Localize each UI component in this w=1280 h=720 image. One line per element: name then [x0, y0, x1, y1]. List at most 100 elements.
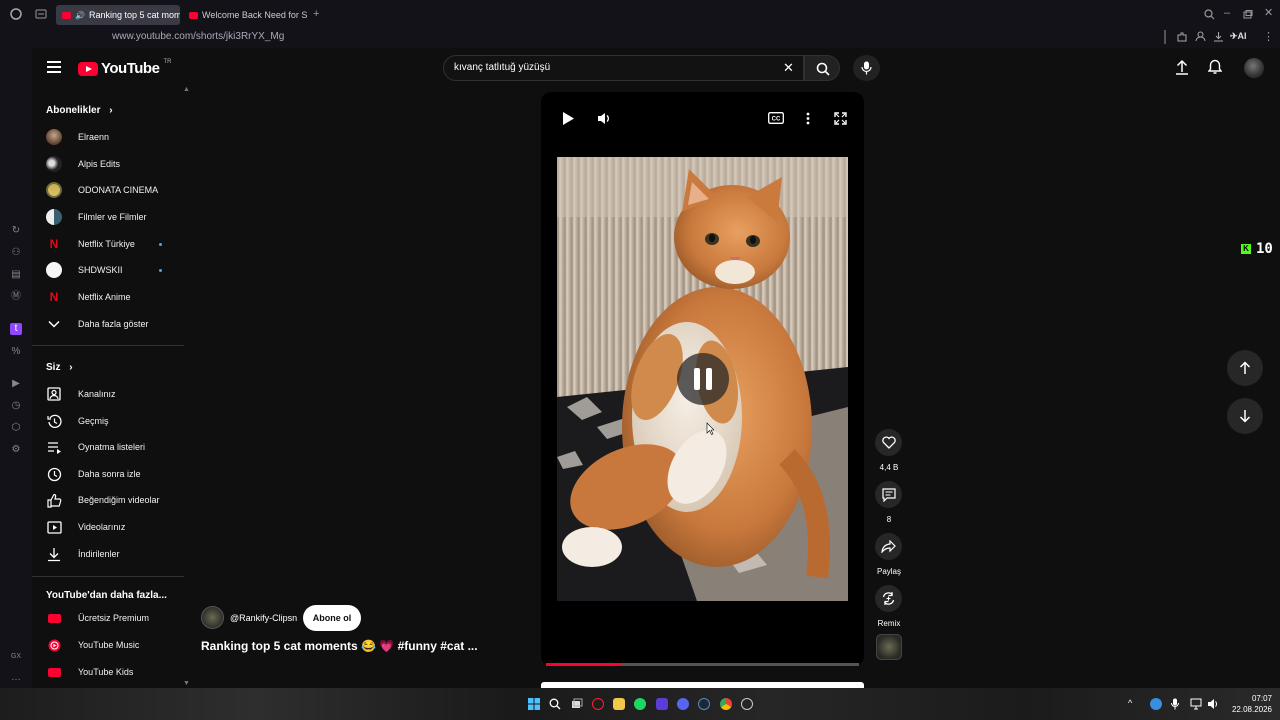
close-window-icon[interactable]: ✕: [1264, 7, 1273, 19]
aria-sidebar-icon[interactable]: ⚇: [10, 247, 22, 259]
speaker-icon[interactable]: 🔊: [75, 11, 85, 20]
guide-item-label: Beğendiğim videolar: [78, 495, 160, 505]
file-explorer-icon[interactable]: [613, 698, 625, 710]
gx-icon[interactable]: GX: [10, 651, 22, 663]
workspaces-icon[interactable]: [35, 9, 47, 19]
speed-dial-icon[interactable]: ↻: [10, 225, 22, 237]
captions-icon[interactable]: CC: [768, 112, 784, 124]
history-sidebar-icon[interactable]: ◷: [10, 400, 22, 412]
extensions-icon[interactable]: [1176, 31, 1187, 42]
twitch-icon[interactable]: t: [10, 323, 22, 335]
tray-microphone-icon[interactable]: [1171, 698, 1179, 710]
more-options-icon[interactable]: [805, 112, 811, 125]
premium-item[interactable]: Ücretsiz Premium: [46, 606, 182, 630]
spotify-icon[interactable]: [634, 698, 646, 710]
chatgpt-icon[interactable]: [741, 698, 753, 710]
discord-icon[interactable]: [677, 698, 689, 710]
visual-studio-icon[interactable]: [656, 698, 668, 710]
hamburger-menu-icon[interactable]: [47, 61, 61, 73]
youtube-music-item[interactable]: YouTube Music: [46, 633, 182, 657]
pause-bar: [694, 368, 700, 390]
notifications-icon[interactable]: [1208, 59, 1222, 75]
subscription-item[interactable]: Elraenn: [46, 125, 182, 149]
guide-scroll-up-icon[interactable]: ▲: [183, 86, 190, 93]
your-videos-item[interactable]: Videolarınız: [46, 515, 182, 539]
menu-dots-icon[interactable]: ⋮: [1263, 31, 1274, 43]
network-icon[interactable]: [1190, 698, 1202, 710]
url-field[interactable]: www.youtube.com/shorts/jki3RrYX_Mg: [112, 31, 284, 42]
opera-gx-taskbar-icon[interactable]: [592, 698, 604, 710]
liked-videos-item[interactable]: Beğendiğim videolar: [46, 488, 182, 512]
clear-search-icon[interactable]: ✕: [783, 60, 794, 76]
you-header[interactable]: Siz ›: [46, 362, 73, 373]
guide-scroll-down-icon[interactable]: ▼: [183, 680, 190, 687]
search-tabs-icon[interactable]: [1204, 9, 1215, 20]
tray-overflow-icon[interactable]: ^: [1128, 698, 1132, 708]
extensions-sidebar-icon[interactable]: ⬡: [10, 422, 22, 434]
subscription-item[interactable]: Filmler ve Filmler: [46, 205, 182, 229]
your-channel-item[interactable]: Kanalınız: [46, 382, 182, 406]
downloads-icon[interactable]: [1213, 31, 1224, 42]
sound-source-thumbnail[interactable]: [876, 634, 902, 660]
guide-item-label: Kanalınız: [78, 389, 116, 399]
comments-button[interactable]: [875, 481, 902, 508]
youtube-logo[interactable]: YouTube TR: [78, 59, 171, 77]
ai-button[interactable]: ✈AI: [1230, 31, 1247, 42]
subscription-item[interactable]: SHDWSKII: [46, 258, 182, 282]
channel-handle[interactable]: @Rankify-Clipsn: [230, 613, 297, 623]
remix-button[interactable]: [875, 585, 902, 612]
tray-volume-icon[interactable]: [1207, 698, 1219, 710]
play-icon[interactable]: [561, 111, 575, 126]
voice-search-button[interactable]: [853, 55, 880, 81]
volume-icon[interactable]: [597, 112, 611, 125]
search-button[interactable]: [804, 55, 840, 81]
short-title[interactable]: Ranking top 5 cat moments 😂 💗 #funny #ca…: [201, 639, 478, 653]
account-avatar[interactable]: [1244, 58, 1264, 78]
opera-logo-icon[interactable]: [10, 8, 22, 20]
watch-later-item[interactable]: Daha sonra izle: [46, 462, 182, 486]
create-upload-icon[interactable]: [1175, 59, 1189, 75]
settings-icon[interactable]: ⚙: [10, 444, 22, 456]
downloads-item[interactable]: İndirilenler: [46, 542, 182, 566]
restore-icon[interactable]: [1243, 10, 1253, 19]
more-sidebar-icon[interactable]: …: [10, 672, 22, 684]
subscription-item[interactable]: N Netflix Türkiye: [46, 232, 182, 256]
task-view-icon[interactable]: [571, 698, 583, 710]
kick-count: 10: [1256, 241, 1273, 257]
chrome-icon[interactable]: [720, 698, 732, 710]
previous-short-button[interactable]: [1227, 350, 1263, 386]
discount-icon[interactable]: %: [10, 346, 22, 358]
clock-time[interactable]: 07:07: [1246, 694, 1272, 703]
pause-overlay-button[interactable]: [677, 353, 729, 405]
subscription-item[interactable]: ODONATA CINEMA: [46, 178, 182, 202]
show-more-button[interactable]: Daha fazla göster: [46, 312, 182, 336]
windows-start-icon[interactable]: [528, 698, 540, 710]
taskbar-search-icon[interactable]: [549, 698, 561, 710]
new-tab-icon[interactable]: +: [313, 8, 319, 20]
wallet-icon[interactable]: ▤: [10, 269, 22, 281]
steam-icon[interactable]: [698, 698, 710, 710]
youtube-kids-item[interactable]: YouTube Kids: [46, 660, 182, 684]
like-button[interactable]: [875, 429, 902, 456]
subscription-item[interactable]: N Netflix Anime: [46, 285, 182, 309]
messenger-icon[interactable]: Ⓜ: [10, 291, 22, 303]
next-short-button[interactable]: [1227, 398, 1263, 434]
fullscreen-icon[interactable]: [834, 112, 847, 125]
tab-ranking-cat[interactable]: 🔊 Ranking top 5 cat mom: [56, 5, 180, 25]
history-item[interactable]: Geçmiş: [46, 409, 182, 433]
kick-widget[interactable]: K 10: [1241, 241, 1273, 257]
playlists-item[interactable]: Oynatma listeleri: [46, 435, 182, 459]
channel-avatar[interactable]: [201, 606, 224, 629]
subscriptions-header[interactable]: Abonelikler ›: [46, 105, 113, 116]
player-icon[interactable]: ▶: [10, 378, 22, 390]
profile-icon[interactable]: [1195, 31, 1206, 42]
clock-date[interactable]: 22.08.2026: [1228, 705, 1272, 714]
subscribe-button[interactable]: Abone ol: [303, 605, 361, 631]
new-content-dot: [159, 242, 162, 246]
tab-bar: 🔊 Ranking top 5 cat mom Welcome Back Nee…: [0, 0, 1280, 28]
share-button[interactable]: [875, 533, 902, 560]
onedrive-icon[interactable]: [1150, 698, 1162, 710]
minimize-icon[interactable]: –: [1224, 7, 1230, 19]
subscription-item[interactable]: Alpis Edits: [46, 152, 182, 176]
tab-need-for-speed[interactable]: Welcome Back Need for Sp: [183, 5, 307, 25]
